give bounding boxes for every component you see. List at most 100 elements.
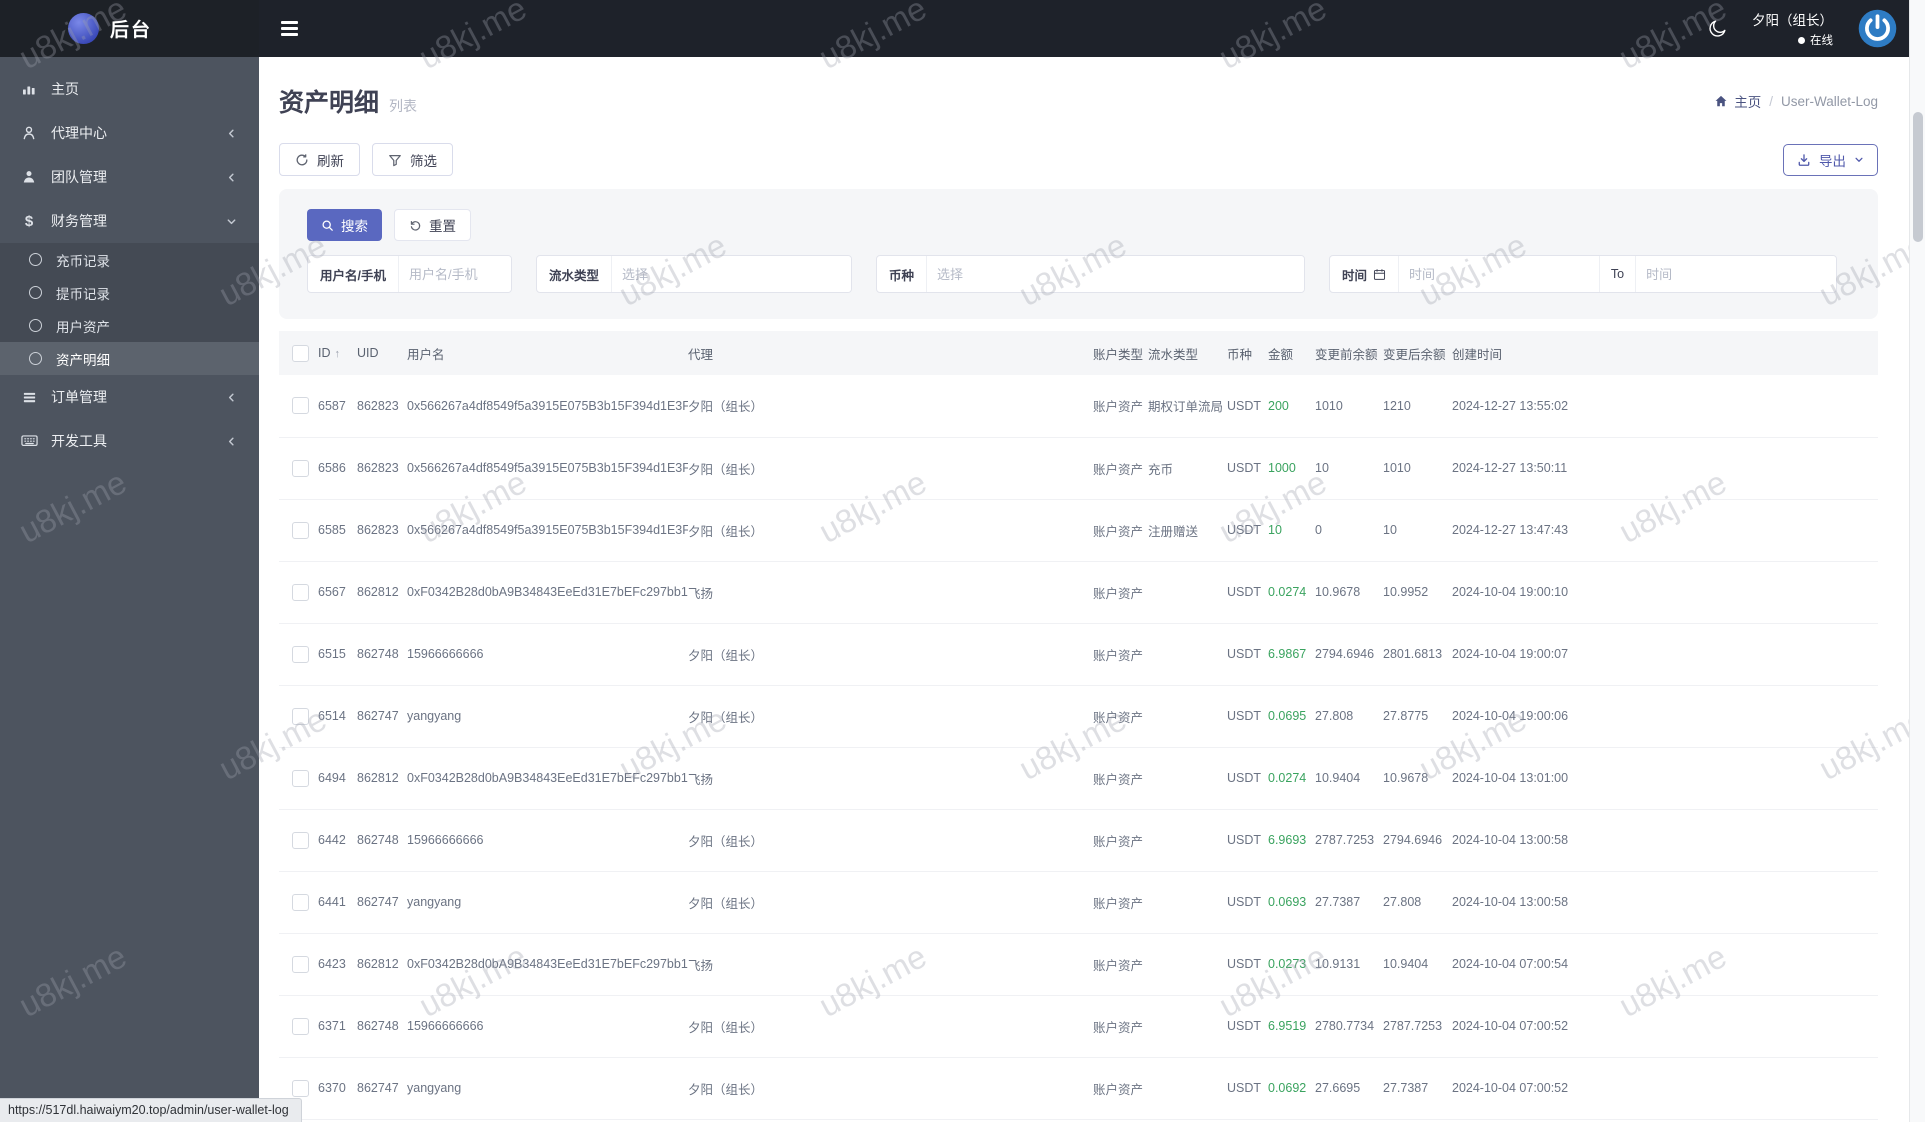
cell-amount: 6.9693 — [1268, 809, 1315, 872]
funnel-icon — [389, 154, 401, 166]
sidebar-item-order-management[interactable]: 订单管理 — [0, 375, 259, 419]
table-body: 6587 862823 0x566267a4df8549f5a3915E075B… — [279, 375, 1878, 1120]
cell-username: 0x566267a4df8549f5a3915E075B3b15F394d1E3… — [407, 437, 688, 500]
chevron-left-icon — [226, 392, 237, 403]
username-input[interactable] — [397, 256, 511, 292]
table-row[interactable]: 6370 862747 yangyang 夕阳（组长） 账户资产 USDT 0.… — [279, 1057, 1878, 1120]
table-row[interactable]: 6567 862812 0xF0342B28d0bA9B34843EeEd31E… — [279, 561, 1878, 624]
sidebar-item-team-management[interactable]: 团队管理 — [0, 155, 259, 199]
row-checkbox[interactable] — [292, 769, 309, 787]
table-row[interactable]: 6586 862823 0x566267a4df8549f5a3915E075B… — [279, 437, 1878, 500]
cell-account-type: 账户资产 — [1093, 623, 1148, 686]
cell-before-balance: 27.808 — [1315, 685, 1383, 748]
filter-time-label: 时间 — [1330, 256, 1398, 292]
table-row[interactable]: 6371 862748 15966666666 夕阳（组长） 账户资产 USDT… — [279, 995, 1878, 1058]
cell-flow-type — [1148, 685, 1227, 748]
dark-mode-toggle-moon-icon[interactable] — [1707, 18, 1728, 39]
table-row[interactable]: 6423 862812 0xF0342B28d0bA9B34843EeEd31E… — [279, 933, 1878, 996]
select-all-checkbox[interactable] — [292, 344, 309, 362]
sidebar-item-deposit-records[interactable]: 充币记录 — [0, 243, 259, 276]
sidebar-item-home[interactable]: 主页 — [0, 67, 259, 111]
cell-uid: 862812 — [357, 561, 407, 624]
cell-uid: 862812 — [357, 933, 407, 996]
cell-username: yangyang — [407, 1057, 688, 1120]
table-row[interactable]: 6514 862747 yangyang 夕阳（组长） 账户资产 USDT 0.… — [279, 685, 1878, 748]
reset-button[interactable]: 重置 — [394, 209, 471, 241]
row-checkbox[interactable] — [292, 1017, 309, 1035]
table-row[interactable]: 6442 862748 15966666666 夕阳（组长） 账户资产 USDT… — [279, 809, 1878, 872]
filter-currency: 币种 — [876, 255, 1305, 293]
vertical-scrollbar[interactable] — [1909, 0, 1925, 1122]
cell-currency: USDT — [1227, 1057, 1268, 1120]
cell-username: 15966666666 — [407, 623, 688, 686]
cell-uid: 862747 — [357, 685, 407, 748]
row-checkbox[interactable] — [292, 1079, 309, 1097]
cell-after-balance: 2787.7253 — [1383, 995, 1452, 1058]
export-button[interactable]: 导出 — [1783, 143, 1878, 176]
cell-created-time: 2024-10-04 13:01:00 — [1452, 747, 1878, 810]
table-row[interactable]: 6587 862823 0x566267a4df8549f5a3915E075B… — [279, 375, 1878, 438]
time-from-input[interactable] — [1398, 256, 1599, 292]
circle-icon — [29, 319, 42, 332]
user-menu[interactable]: 夕阳（组长） 在线 — [1752, 9, 1833, 48]
sidebar-item-agent-center[interactable]: 代理中心 — [0, 111, 259, 155]
bar-chart-icon — [20, 81, 38, 97]
sidebar-item-asset-details[interactable]: 资产明细 — [0, 342, 259, 375]
list-icon — [20, 390, 38, 405]
sidebar-toggle-button[interactable] — [281, 21, 298, 36]
cell-account-type: 账户资产 — [1093, 871, 1148, 934]
cell-created-time: 2024-10-04 13:00:58 — [1452, 871, 1878, 934]
table-row[interactable]: 6585 862823 0x566267a4df8549f5a3915E075B… — [279, 499, 1878, 562]
cell-after-balance: 27.808 — [1383, 871, 1452, 934]
search-button[interactable]: 搜索 — [307, 209, 382, 241]
breadcrumb-home-link[interactable]: 主页 — [1714, 91, 1761, 111]
flow-type-select[interactable] — [611, 256, 851, 292]
cell-flow-type — [1148, 995, 1227, 1058]
brand[interactable]: 后台 — [0, 0, 259, 57]
breadcrumb: 主页 / User-Wallet-Log — [1714, 91, 1878, 111]
cell-amount: 0.0692 — [1268, 1057, 1315, 1120]
time-to-input[interactable] — [1635, 256, 1836, 292]
home-icon — [1715, 95, 1727, 107]
table-row[interactable]: 6441 862747 yangyang 夕阳（组长） 账户资产 USDT 0.… — [279, 871, 1878, 934]
sidebar-item-withdraw-records[interactable]: 提币记录 — [0, 276, 259, 309]
content: 资产明细 列表 主页 / User-Wallet-Log 刷新 筛选 导出 搜索… — [259, 83, 1925, 1120]
chevron-down-icon — [1855, 157, 1863, 162]
row-checkbox[interactable] — [292, 955, 309, 973]
cell-agent: 夕阳（组长） — [688, 685, 1093, 748]
cell-after-balance: 2794.6946 — [1383, 809, 1452, 872]
table-row[interactable]: 6494 862812 0xF0342B28d0bA9B34843EeEd31E… — [279, 747, 1878, 810]
cell-before-balance: 10.9678 — [1315, 561, 1383, 624]
cell-created-time: 2024-12-27 13:55:02 — [1452, 375, 1878, 438]
scrollbar-thumb[interactable] — [1912, 112, 1923, 242]
row-checkbox[interactable] — [292, 459, 309, 477]
cell-agent: 夕阳（组长） — [688, 1057, 1093, 1120]
sidebar-item-label: 主页 — [51, 81, 79, 97]
cell-amount: 6.9519 — [1268, 995, 1315, 1058]
row-checkbox[interactable] — [292, 707, 309, 725]
column-agent: 代理 — [688, 331, 1093, 375]
sidebar-subitem-label: 用户资产 — [56, 319, 110, 335]
circle-icon — [29, 253, 42, 266]
logout-power-icon[interactable] — [1857, 8, 1898, 49]
filter-button[interactable]: 筛选 — [372, 143, 453, 176]
table-row[interactable]: 6515 862748 15966666666 夕阳（组长） 账户资产 USDT… — [279, 623, 1878, 686]
cell-flow-type — [1148, 933, 1227, 996]
cell-created-time: 2024-10-04 07:00:54 — [1452, 933, 1878, 996]
row-checkbox[interactable] — [292, 893, 309, 911]
refresh-button[interactable]: 刷新 — [279, 143, 360, 176]
row-checkbox[interactable] — [292, 583, 309, 601]
cell-agent: 飞扬 — [688, 561, 1093, 624]
sidebar-item-dev-tools[interactable]: 开发工具 — [0, 419, 259, 463]
row-checkbox[interactable] — [292, 645, 309, 663]
sort-asc-icon[interactable]: ↑ — [335, 348, 341, 360]
row-checkbox[interactable] — [292, 831, 309, 849]
cell-id: 6585 — [318, 499, 357, 562]
row-checkbox[interactable] — [292, 521, 309, 539]
cell-username: 15966666666 — [407, 809, 688, 872]
currency-select[interactable] — [926, 256, 1304, 292]
cell-agent: 夕阳（组长） — [688, 871, 1093, 934]
row-checkbox[interactable] — [292, 397, 309, 415]
sidebar-item-finance-management[interactable]: $ 财务管理 — [0, 199, 259, 243]
sidebar-item-user-assets[interactable]: 用户资产 — [0, 309, 259, 342]
